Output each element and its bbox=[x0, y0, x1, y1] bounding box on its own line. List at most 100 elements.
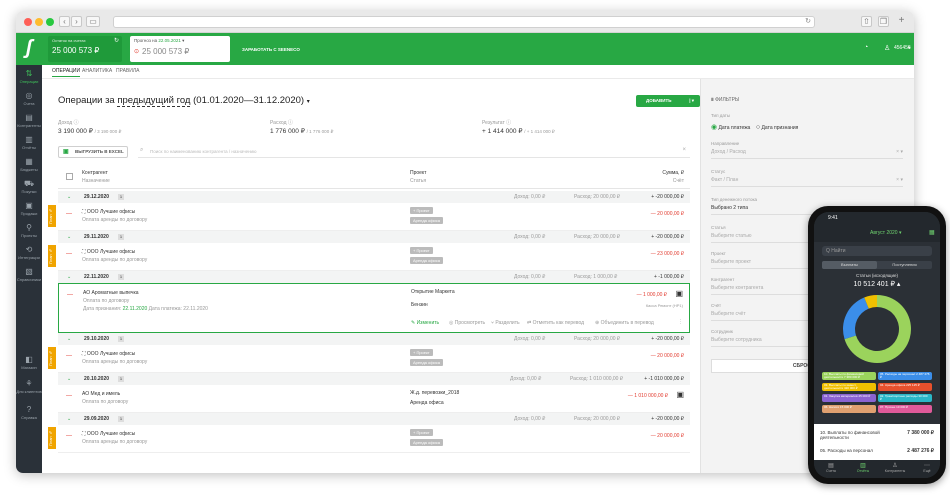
action-3[interactable]: ⇄ Отметить как перевод bbox=[527, 320, 584, 326]
forward-icon[interactable]: › bbox=[71, 16, 82, 27]
phone-nav-item[interactable]: ♙ Контрагенты bbox=[880, 462, 910, 473]
operation-row[interactable]: — ⛶ ООО Лучшие офисы Оплата аренды по дого… bbox=[58, 345, 690, 373]
date-group[interactable]: ⌄ 22.11.2020 1 Доход: 0,00 ₽ Расход: 1 000,0… bbox=[58, 271, 690, 283]
tab-rules[interactable]: ПРАВИЛА bbox=[116, 68, 139, 74]
chevron-down-icon[interactable]: ⌄ bbox=[67, 333, 71, 345]
project-name[interactable]: Ж.д. перевозки_2018 bbox=[410, 390, 459, 396]
back-icon[interactable]: ‹ bbox=[59, 16, 70, 27]
phone-tab-out[interactable]: Выплаты bbox=[822, 261, 877, 269]
date-group[interactable]: ⌄ 29.09.2020 1 Доход: 0,00 ₽ Расход: 20 000,… bbox=[58, 413, 690, 425]
phone-month[interactable]: Август 2020 ▾ bbox=[870, 230, 901, 236]
radio-payment[interactable]: ◉ bbox=[711, 124, 717, 131]
legend-item[interactable]: 04. Аренда офиса 225 125 ₽ bbox=[878, 383, 932, 391]
counterparty-name[interactable]: ⛶ ООО Лучшие офисы bbox=[82, 209, 135, 215]
calendar-icon[interactable]: ▦ bbox=[929, 229, 935, 236]
chevron-down-icon[interactable]: ⌄ bbox=[67, 373, 71, 385]
date-group[interactable]: ⌄ 29.11.2020 1 Доход: 0,00 ₽ Расход: 20 000,… bbox=[58, 231, 690, 243]
earn-link[interactable]: ЗАРАБОТАТЬ С SEENECO bbox=[242, 47, 300, 52]
operation-row[interactable]: — АО Ароматные выпечка Оплата по договору О… bbox=[58, 283, 690, 333]
phone-tab-in[interactable]: Поступления bbox=[877, 261, 932, 269]
chevron-down-icon[interactable]: ⌄ bbox=[67, 413, 71, 425]
chevron-down-icon[interactable]: ⌄ bbox=[67, 271, 71, 283]
sidebar-item-3[interactable]: ▥ Отчёты bbox=[16, 135, 42, 150]
operation-row[interactable]: — АО Мед и имель Оплата по договору Ж.д. пе… bbox=[58, 385, 690, 413]
legend-item[interactable]: 03. Выплаты по инвест. деятельности 420 … bbox=[822, 383, 876, 391]
add-button[interactable]: ДОБАВИТЬ | ▾ bbox=[636, 95, 700, 107]
address-bar[interactable]: ↻ bbox=[113, 16, 815, 28]
sidebar-item-2[interactable]: ▤ Контрагенты bbox=[16, 113, 42, 128]
add-project-button[interactable]: + Проект bbox=[410, 207, 433, 214]
sidebar-item-4[interactable]: ▦ Бюджеты bbox=[16, 157, 42, 172]
forecast-card[interactable]: Прогноз на 22.05.2021 ▾ ⊙ 25 000 573 ₽ bbox=[130, 36, 230, 62]
period-select[interactable]: предыдущий год bbox=[117, 95, 191, 107]
counterparty-name[interactable]: АО Мед и имель bbox=[82, 391, 120, 397]
phone-nav-item[interactable]: ▥ Отчёты bbox=[848, 462, 878, 473]
sidebar-item-10[interactable]: ◧ Магазин bbox=[16, 355, 42, 370]
excel-button[interactable]: ▣ ВЫГРУЗИТЬ В EXCEL bbox=[58, 146, 128, 158]
close-dot[interactable] bbox=[24, 18, 32, 26]
operation-row[interactable]: — ⛶ ООО Лучшие офисы Оплата аренды по дого… bbox=[58, 243, 690, 271]
operation-row[interactable]: — ⛶ ООО Лучшие офисы Оплата аренды по дого… bbox=[58, 425, 690, 453]
forecast-date[interactable]: 22.05.2021 bbox=[158, 38, 181, 43]
refresh-icon[interactable]: ↻ bbox=[114, 37, 119, 44]
sidebar-item-5[interactable]: ⛟ Покупки bbox=[16, 179, 42, 194]
balance-card[interactable]: Остаток на счетах 25 000 573 ₽ ↻ bbox=[48, 36, 122, 62]
chevron-down-icon[interactable]: ⌄ bbox=[67, 231, 71, 243]
phone-item-2[interactable]: 05. Расходы на персонал bbox=[820, 448, 873, 453]
legend-item[interactable]: 07. Прочее 10 000 ₽ bbox=[878, 405, 932, 413]
tab-analytics[interactable]: АНАЛИТИКА bbox=[82, 68, 112, 74]
counterparty-name[interactable]: ⛶ ООО Лучшие офисы bbox=[82, 249, 135, 255]
reload-icon[interactable]: ↻ bbox=[805, 17, 811, 25]
date-group[interactable]: ⌄ 29.12.2020 1 Доход: 0,00 ₽ Расход: 20 000,… bbox=[58, 191, 690, 203]
more-icon[interactable]: ⋮ bbox=[678, 319, 683, 325]
sidebar-item-8[interactable]: ⟲ Интеграции bbox=[16, 245, 42, 260]
chevron-down-icon[interactable]: ▾ bbox=[908, 45, 911, 51]
article-tag[interactable]: Аренда офиса bbox=[410, 257, 443, 264]
minimize-dot[interactable] bbox=[35, 18, 43, 26]
search-input[interactable]: ⌕ Поиск по наименованию контрагента / на… bbox=[138, 146, 690, 158]
sidebar-item-1[interactable]: ◎ Счета bbox=[16, 91, 42, 106]
sidebar-toggle-icon[interactable]: ▭ bbox=[86, 16, 100, 27]
add-project-button[interactable]: + Проект bbox=[410, 349, 433, 356]
direction-filter[interactable]: Направление Доход / Расход × ▾ bbox=[711, 141, 903, 159]
chevron-down-icon[interactable]: ▾ bbox=[307, 99, 310, 105]
project-name[interactable]: Открытие Маркета bbox=[411, 289, 455, 295]
sidebar-item-12[interactable]: ? Справка bbox=[16, 405, 42, 420]
phone-search-input[interactable]: Q Найти bbox=[822, 246, 932, 256]
donut-slice-1[interactable] bbox=[843, 297, 869, 340]
close-icon[interactable]: × bbox=[682, 147, 686, 153]
article-tag[interactable]: Аренда офиса bbox=[410, 359, 443, 366]
article-tag[interactable]: Аренда офиса bbox=[410, 217, 443, 224]
add-project-button[interactable]: + Проект bbox=[410, 247, 433, 254]
sidebar-item-0[interactable]: ⇅ Операции bbox=[16, 69, 42, 84]
chat-icon[interactable]: ◔ bbox=[864, 44, 868, 51]
legend-item[interactable]: 10. Выплаты по финансовой деятельности 7… bbox=[822, 372, 876, 380]
radio-recognition[interactable]: ○ bbox=[756, 124, 760, 131]
counterparty-name[interactable]: АО Ароматные выпечка bbox=[83, 290, 139, 296]
status-filter[interactable]: Статус Факт / План × ▾ bbox=[711, 169, 903, 187]
add-project-button[interactable]: + Проект bbox=[410, 429, 433, 436]
legend-item[interactable]: 06. Налоги 15 000 ₽ bbox=[822, 405, 876, 413]
sidebar-item-6[interactable]: ▣ Продажи bbox=[16, 201, 42, 216]
sidebar-item-9[interactable]: ▧ Справочники bbox=[16, 267, 42, 282]
select-all-checkbox[interactable] bbox=[66, 173, 73, 180]
chevron-down-icon[interactable]: ⌄ bbox=[67, 191, 71, 203]
sidebar-item-7[interactable]: ⚲ Проекты bbox=[16, 223, 42, 238]
legend-item[interactable]: 01. Закупка материалов 45 000 ₽ bbox=[822, 394, 876, 402]
action-2[interactable]: ⑂ Разделить bbox=[491, 320, 520, 326]
article-tag[interactable]: Аренда офиса bbox=[410, 439, 443, 446]
cashflow-filter[interactable]: Тип денежного потокаВыбрано 2 типа× ▾ bbox=[711, 197, 903, 215]
legend-item[interactable]: 02. Транспортные расходы 30 000 ₽ bbox=[878, 394, 932, 402]
counterparty-name[interactable]: ⛶ ООО Лучшие офисы bbox=[82, 351, 135, 357]
maximize-dot[interactable] bbox=[46, 18, 54, 26]
article-name[interactable]: Бензин bbox=[411, 302, 428, 308]
phone-item-1[interactable]: 10. Выплаты по финансовой деятельности bbox=[820, 430, 900, 440]
tabs-icon[interactable]: ❐ bbox=[878, 16, 889, 27]
phone-nav-item[interactable]: ▤ Счета bbox=[816, 462, 846, 473]
action-0[interactable]: ✎ Изменить bbox=[411, 320, 439, 326]
legend-item[interactable]: 05. Расходы на персонал 2 487 276 ₽ bbox=[878, 372, 932, 380]
tab-operations[interactable]: ОПЕРАЦИИ bbox=[52, 68, 81, 77]
operation-row[interactable]: — ⛶ ООО Лучшие офисы Оплата аренды по дого… bbox=[58, 203, 690, 231]
share-icon[interactable]: ⇧ bbox=[861, 16, 872, 27]
date-group[interactable]: ⌄ 20.10.2020 1 Доход: 0,00 ₽ Расход: 1 010 0… bbox=[58, 373, 690, 385]
